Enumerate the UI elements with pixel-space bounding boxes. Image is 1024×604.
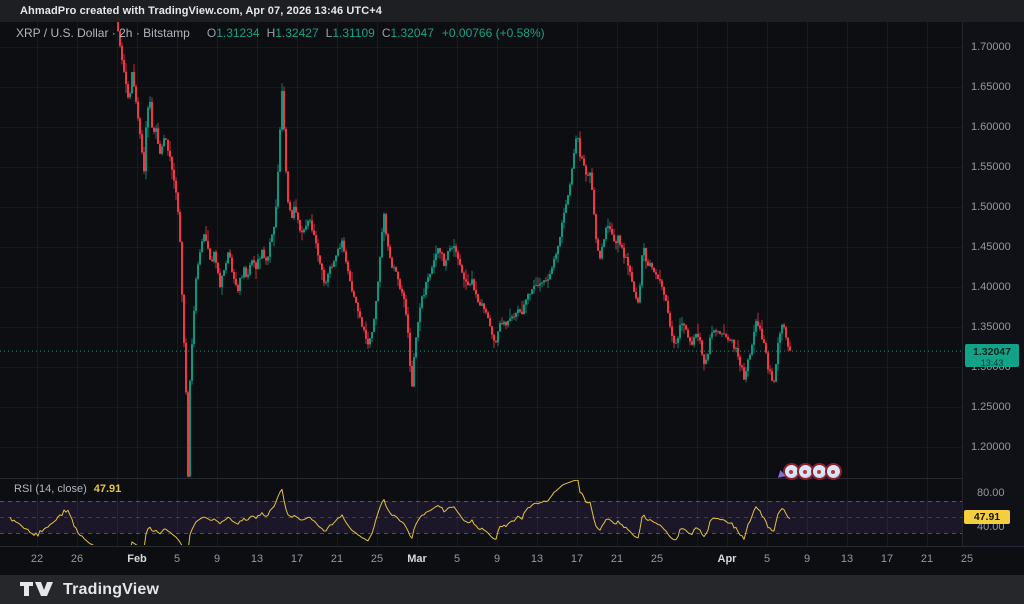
tradingview-chart-snapshot: AhmadPro created with TradingView.com, A… <box>0 0 1024 604</box>
time-tick-label: 13 <box>250 553 264 565</box>
time-tick-label: 5 <box>453 553 461 565</box>
price-tick-label: 1.45000 <box>971 241 1011 253</box>
emoji-sticker[interactable] <box>825 463 842 480</box>
attribution-text: AhmadPro created with TradingView.com, A… <box>20 5 382 17</box>
emoji-sticker-group[interactable] <box>783 463 842 480</box>
time-tick-label: 9 <box>803 553 811 565</box>
time-tick-label: 22 <box>30 553 44 565</box>
price-tick-label: 1.20000 <box>971 441 1011 453</box>
symbol-title[interactable]: XRP / U.S. Dollar · 2h · Bitstamp <box>16 26 190 40</box>
price-tick-label: 1.40000 <box>971 281 1011 293</box>
last-price-badge: 1.32047 13:43 <box>965 344 1019 367</box>
symbol-legend[interactable]: XRP / U.S. Dollar · 2h · Bitstamp O1.3123… <box>16 26 545 40</box>
price-tick-label: 1.65000 <box>971 81 1011 93</box>
time-tick-label: 21 <box>610 553 624 565</box>
rsi-title[interactable]: RSI (14, close) <box>14 483 87 495</box>
time-tick-label: 17 <box>570 553 584 565</box>
time-tick-label: 25 <box>370 553 384 565</box>
time-tick-label: 13 <box>840 553 854 565</box>
time-tick-label: 17 <box>290 553 304 565</box>
footer-bar: TradingView <box>0 575 1024 604</box>
rsi-value-badge: 47.91 <box>964 510 1010 524</box>
time-tick-label: 26 <box>70 553 84 565</box>
time-tick-label: 21 <box>920 553 934 565</box>
open-label: O <box>206 26 217 40</box>
time-tick-label: 9 <box>213 553 221 565</box>
tradingview-logo-text[interactable]: TradingView <box>63 581 159 599</box>
price-tick-label: 1.35000 <box>971 321 1011 333</box>
time-tick-label: Feb <box>127 553 147 565</box>
high-value: 1.32427 <box>275 26 319 40</box>
time-tick-label: 25 <box>650 553 664 565</box>
time-tick-label: 5 <box>173 553 181 565</box>
price-axis[interactable]: 1.70000 1.65000 1.60000 1.55000 1.50000 1.450… <box>962 22 1024 546</box>
close-value: 1.32047 <box>390 26 434 40</box>
bar-countdown-timer: 13:43 <box>980 357 1004 368</box>
close-label: C <box>381 26 391 40</box>
last-price-value: 1.32047 <box>973 346 1011 358</box>
time-tick-label: 21 <box>330 553 344 565</box>
high-label: H <box>266 26 276 40</box>
change-value: +0.00766 (+0.58%) <box>441 26 545 40</box>
price-tick-label: 1.55000 <box>971 161 1011 173</box>
time-tick-label: 13 <box>530 553 544 565</box>
price-tick-label: 1.60000 <box>971 121 1011 133</box>
price-tick-label: 1.25000 <box>971 401 1011 413</box>
open-value: 1.31234 <box>216 26 260 40</box>
rsi-value: 47.91 <box>93 483 122 495</box>
time-tick-label: 25 <box>960 553 974 565</box>
rsi-legend[interactable]: RSI (14, close) 47.91 <box>14 483 121 495</box>
price-chart-canvas[interactable] <box>0 0 1024 604</box>
rsi-tick-label: 80.00 <box>977 487 1005 499</box>
price-tick-label: 1.50000 <box>971 201 1011 213</box>
time-tick-label: 17 <box>880 553 894 565</box>
time-tick-label: Mar <box>407 553 427 565</box>
time-tick-label: Apr <box>717 553 737 565</box>
low-value: 1.31109 <box>332 26 375 40</box>
tradingview-logo-icon[interactable] <box>20 582 54 597</box>
price-tick-label: 1.70000 <box>971 41 1011 53</box>
time-tick-label: 5 <box>763 553 771 565</box>
time-axis[interactable]: 22 26 Feb 5 9 13 17 21 25 Mar 5 9 13 17 21 25 Apr 5 9 13 17 2… <box>0 546 1024 575</box>
attribution-bar: AhmadPro created with TradingView.com, A… <box>0 0 1024 22</box>
time-tick-label: 9 <box>493 553 501 565</box>
